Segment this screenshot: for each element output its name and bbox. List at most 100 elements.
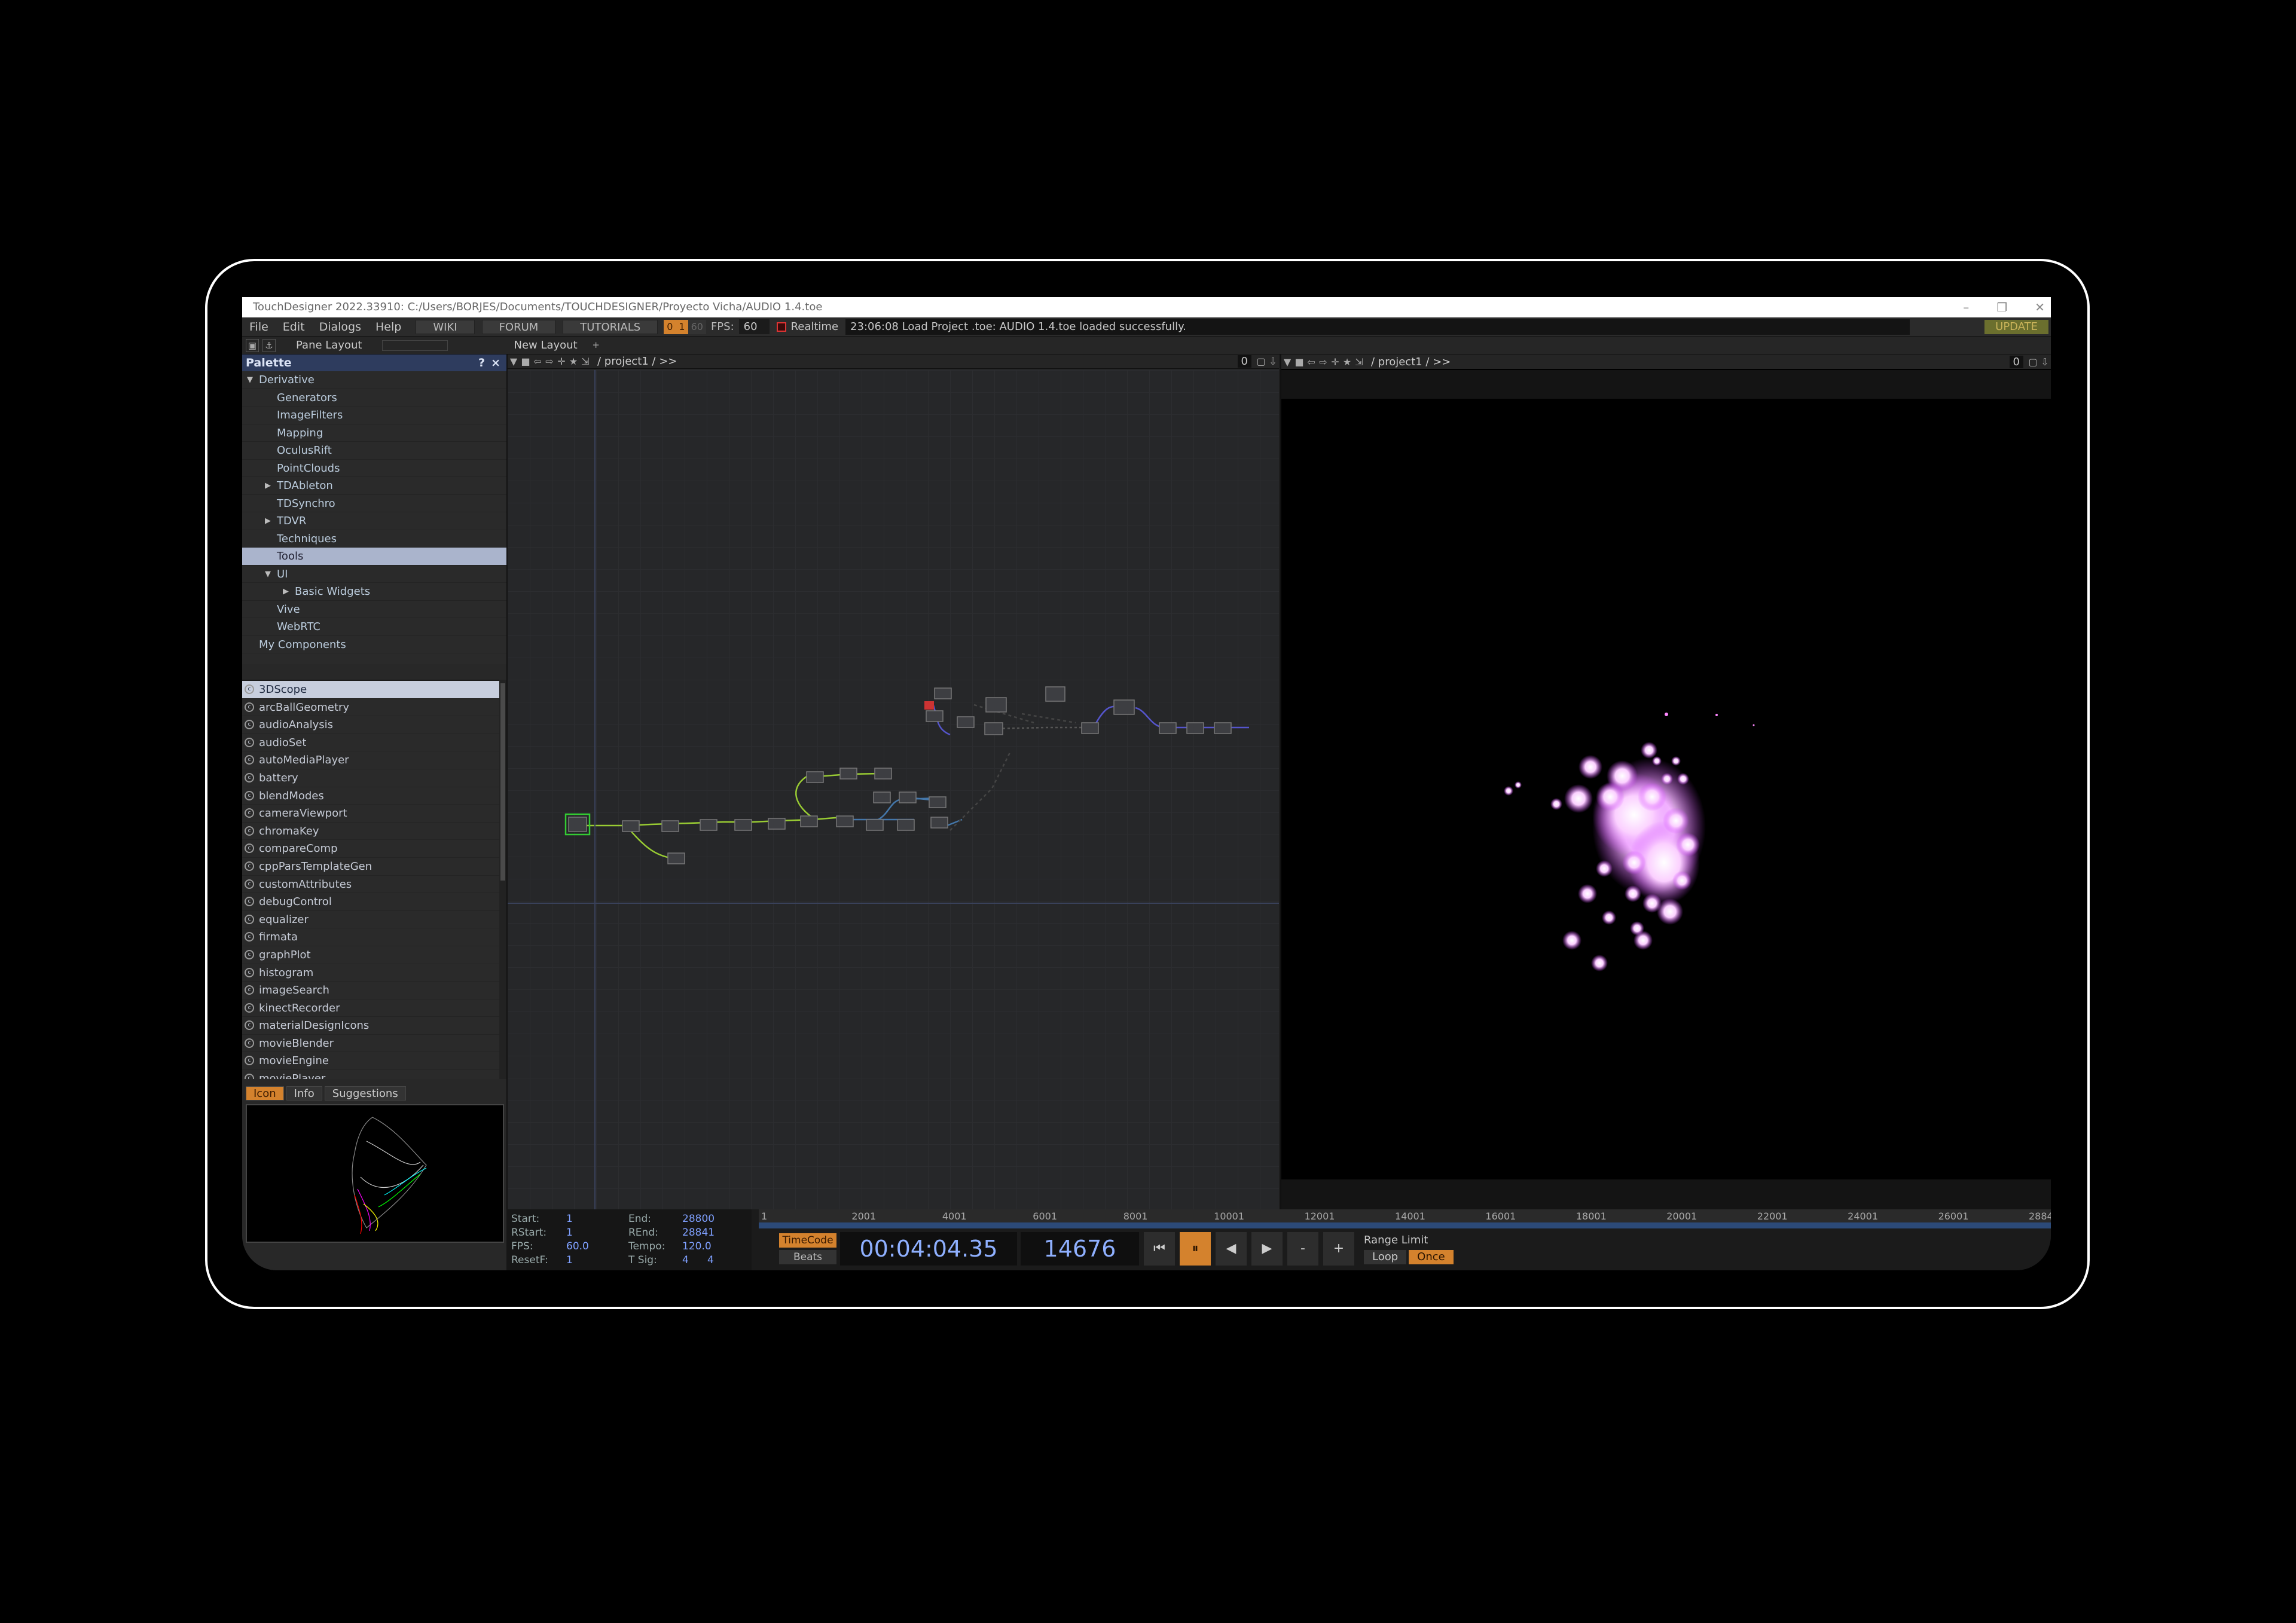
chevron-right-icon[interactable]: ▶ <box>283 583 289 601</box>
forum-button[interactable]: FORUM <box>481 319 556 334</box>
tree-item[interactable]: My Components <box>242 636 506 653</box>
help-icon[interactable]: ? <box>478 354 485 371</box>
tree-item[interactable]: ▶ TDAbleton <box>242 477 506 495</box>
timeline-range[interactable] <box>759 1222 2051 1228</box>
list-item[interactable]: c cameraViewport <box>242 805 499 823</box>
list-item[interactable]: c debugControl <box>242 893 499 911</box>
wiki-button[interactable]: WIKI <box>416 319 475 334</box>
tempo-value[interactable]: 120.0 <box>682 1240 712 1252</box>
list-item[interactable]: c histogram <box>242 964 499 982</box>
tree-item[interactable]: PointClouds <box>242 460 506 477</box>
minimize-icon[interactable]: – <box>1963 297 1969 317</box>
step-forward-icon[interactable]: ▶ <box>1251 1232 1283 1266</box>
tc-a[interactable]: 0 <box>664 319 676 334</box>
rstart-value[interactable]: 1 <box>566 1227 573 1239</box>
list-item[interactable]: c equalizer <box>242 911 499 929</box>
list-item[interactable]: c audioSet <box>242 734 499 752</box>
list-scrollbar[interactable] <box>499 680 506 1079</box>
tree-item[interactable]: OculusRift <box>242 442 506 460</box>
tab-icon[interactable]: Icon <box>246 1086 284 1101</box>
tree-item[interactable]: ImageFilters <box>242 406 506 424</box>
timecode-button[interactable]: TimeCode <box>779 1233 836 1248</box>
pane-split-icon[interactable]: ▢ <box>2027 356 2039 368</box>
scrollbar-thumb[interactable] <box>500 683 505 881</box>
stop-icon[interactable]: ■ <box>1293 356 1305 368</box>
menu-down-icon[interactable]: ▼ <box>508 356 520 367</box>
forward-icon[interactable]: ⇨ <box>544 356 555 367</box>
end-value[interactable]: 28800 <box>682 1213 715 1225</box>
menu-down-icon[interactable]: ▼ <box>1281 356 1293 368</box>
tree-item[interactable]: ▶ TDVR <box>242 512 506 530</box>
rend-value[interactable]: 28841 <box>682 1227 715 1239</box>
list-item[interactable]: c imageSearch <box>242 982 499 1000</box>
network-path[interactable]: / project1 / >> <box>597 355 677 368</box>
rewind-icon[interactable]: ⏮ <box>1144 1232 1175 1266</box>
list-item[interactable]: c audioAnalysis <box>242 716 499 734</box>
pane-icon[interactable]: ▣ <box>246 338 259 352</box>
stop-icon[interactable]: ■ <box>520 356 532 367</box>
close-icon[interactable]: ✕ <box>2035 297 2045 317</box>
chevron-down-icon[interactable]: ▼ <box>265 566 271 583</box>
restore-icon[interactable]: ❐ <box>1996 297 2007 317</box>
tree-item[interactable]: Generators <box>242 389 506 406</box>
list-item[interactable]: c movieBlender <box>242 1035 499 1053</box>
tab-new-layout[interactable]: New Layout <box>505 339 585 352</box>
tree-item[interactable]: Mapping <box>242 424 506 442</box>
plus-icon[interactable]: + <box>1323 1232 1354 1266</box>
menu-dialogs[interactable]: Dialogs <box>312 320 368 334</box>
list-item[interactable]: c autoMediaPlayer <box>242 751 499 769</box>
frame-display[interactable]: 14676 <box>1021 1232 1139 1266</box>
list-item[interactable]: c graphPlot <box>242 946 499 964</box>
tree-item[interactable]: WebRTC <box>242 618 506 636</box>
timecode-display[interactable]: 00:04:04.35 <box>840 1232 1017 1266</box>
pane-layout-label[interactable]: Pane Layout <box>288 339 370 352</box>
menu-file[interactable]: File <box>242 320 276 334</box>
add-layout-icon[interactable]: + <box>590 339 603 352</box>
list-item[interactable]: c firmata <box>242 928 499 946</box>
list-item[interactable]: c 3DScope <box>242 681 499 699</box>
timeline-ruler[interactable]: 1 2001 4001 6001 8001 10001 12001 14001 16001 180… <box>759 1209 2051 1222</box>
fps-field[interactable]: 60 <box>738 319 770 334</box>
start-value[interactable]: 1 <box>566 1213 573 1225</box>
forward-icon[interactable]: ⇨ <box>1317 356 1329 368</box>
pane-split-icon[interactable]: ▢ <box>1255 356 1267 367</box>
viewer-pane[interactable]: ▼ ■ ⇦ ⇨ ✛ ★ ⇲ / project1 / >> 0 ▢ ⇩ <box>1280 354 2051 1209</box>
timecode-toggle[interactable]: 0 1 60 <box>664 319 706 334</box>
network-editor[interactable]: ▼ ■ ⇦ ⇨ ✛ ★ ⇲ / project1 / >> 0 ▢ ⇩ <box>506 354 1279 1209</box>
tree-item-derivative[interactable]: ▼ Derivative <box>242 371 506 389</box>
home-icon[interactable]: ✛ <box>1329 356 1341 368</box>
tab-info[interactable]: Info <box>286 1086 322 1101</box>
chevron-right-icon[interactable]: ▶ <box>265 477 271 495</box>
back-icon[interactable]: ⇦ <box>1305 356 1317 368</box>
list-item[interactable]: c blendModes <box>242 787 499 805</box>
import-icon[interactable]: ⇲ <box>579 356 591 367</box>
list-item[interactable]: c compareComp <box>242 840 499 858</box>
list-item[interactable]: c movieEngine <box>242 1052 499 1071</box>
loop-button[interactable]: Loop <box>1364 1249 1407 1264</box>
minus-icon[interactable]: - <box>1287 1232 1318 1266</box>
list-item[interactable]: c cppParsTemplateGen <box>242 858 499 876</box>
viewer-path[interactable]: / project1 / >> <box>1371 356 1451 368</box>
tc-b[interactable]: 1 <box>676 319 688 334</box>
tree-item[interactable]: Vive <box>242 601 506 618</box>
list-item[interactable]: c materialDesignIcons <box>242 1017 499 1035</box>
pane-layout-presets[interactable] <box>382 340 448 351</box>
tree-item[interactable]: ▼ UI <box>242 566 506 583</box>
back-icon[interactable]: ⇦ <box>532 356 544 367</box>
chevron-right-icon[interactable]: ▶ <box>265 512 271 530</box>
update-button[interactable]: UPDATE <box>1984 320 2048 334</box>
realtime-toggle[interactable]: Realtime <box>776 320 838 333</box>
tutorials-button[interactable]: TUTORIALS <box>563 319 658 334</box>
home-icon[interactable]: ✛ <box>555 356 567 367</box>
resetf-value[interactable]: 1 <box>566 1254 573 1266</box>
list-item[interactable]: c customAttributes <box>242 876 499 894</box>
download-icon[interactable]: ⇩ <box>2039 356 2051 368</box>
tree-item-selected[interactable]: Tools <box>242 548 506 566</box>
list-item[interactable]: c kinectRecorder <box>242 1000 499 1017</box>
pause-icon[interactable]: ⏸ <box>1180 1232 1211 1266</box>
star-icon[interactable]: ★ <box>1341 356 1353 368</box>
chevron-down-icon[interactable]: ▼ <box>247 371 253 389</box>
tree-item[interactable]: TDSynchro <box>242 495 506 512</box>
tsig-numerator[interactable]: 4 <box>682 1254 689 1266</box>
once-button[interactable]: Once <box>1409 1249 1454 1264</box>
